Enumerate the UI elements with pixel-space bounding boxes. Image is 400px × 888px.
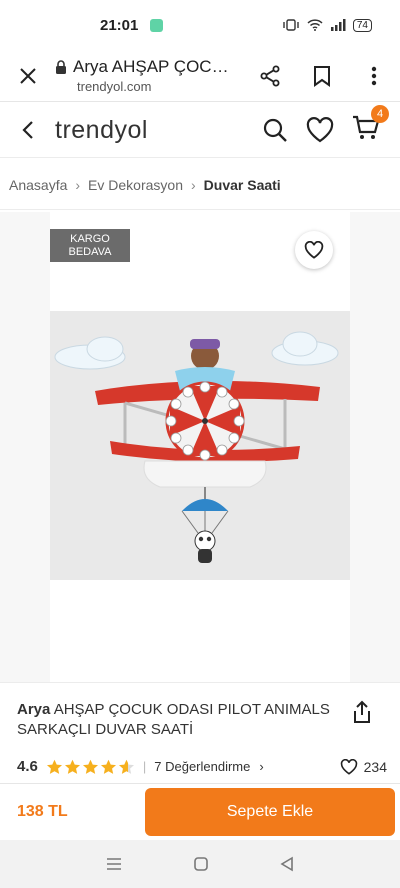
star-icon	[82, 759, 98, 774]
search-icon[interactable]	[262, 117, 288, 143]
browser-bar: Arya AHŞAP ÇOC… trendyol.com	[0, 50, 400, 102]
share-page-button[interactable]	[244, 65, 296, 87]
star-icon	[64, 759, 80, 774]
vibrate-icon	[283, 19, 299, 31]
product-title: Arya AHŞAP ÇOCUK ODASI PILOT ANIMALS SAR…	[17, 700, 337, 740]
signal-icon	[330, 19, 346, 31]
heart-icon	[340, 758, 357, 775]
product-price: 138 TL	[17, 802, 68, 820]
more-icon	[371, 66, 377, 85]
back-nav-icon[interactable]	[279, 856, 295, 872]
favorite-count-value: 234	[363, 758, 387, 775]
star-icon	[100, 759, 116, 774]
product-name: AHŞAP ÇOCUK ODASI PILOT ANIMALS SARKAÇLI…	[17, 701, 330, 738]
product-gallery[interactable]: KARGO BEDAVA	[0, 212, 400, 682]
add-favorite-button[interactable]	[295, 231, 333, 269]
rating-value: 4.6	[17, 758, 38, 775]
close-icon	[19, 67, 36, 84]
back-icon	[21, 121, 33, 139]
bottom-bar: 138 TL Sepete Ekle	[0, 783, 400, 839]
home-icon[interactable]	[193, 856, 209, 872]
rating-row: 4.6 | 7 Değerlendirme › 234	[17, 758, 387, 775]
badge-line: KARGO	[70, 233, 110, 245]
favorite-count[interactable]: 234	[340, 758, 387, 775]
breadcrumb-item-current[interactable]: Duvar Saati	[204, 177, 281, 193]
breadcrumb: Anasayfa › Ev Dekorasyon › Duvar Saati	[0, 160, 400, 210]
rating-stars	[46, 759, 135, 775]
system-nav-bar	[0, 840, 400, 888]
share-icon	[260, 65, 280, 86]
breadcrumb-item-home[interactable]: Anasayfa	[9, 177, 67, 193]
page-domain: trendyol.com	[77, 79, 152, 94]
product-brand[interactable]: Arya	[17, 701, 50, 718]
free-shipping-badge: KARGO BEDAVA	[50, 229, 130, 262]
product-image[interactable]	[50, 311, 350, 580]
star-icon	[118, 759, 134, 774]
status-time: 21:01	[100, 16, 139, 34]
divider: |	[142, 759, 147, 774]
bookmark-icon	[314, 65, 330, 87]
share-product-button[interactable]	[352, 700, 372, 729]
back-button[interactable]	[0, 120, 55, 140]
site-header: trendyol 4	[0, 103, 400, 158]
product-info: Arya AHŞAP ÇOCUK ODASI PILOT ANIMALS SAR…	[0, 682, 400, 782]
add-to-cart-button[interactable]: Sepete Ekle	[145, 787, 395, 836]
app-notification-icon	[150, 18, 164, 32]
heart-icon	[304, 241, 324, 259]
status-bar: 21:01 74	[0, 0, 400, 50]
chevron-right-icon: ›	[75, 176, 81, 193]
cart-count-badge: 4	[371, 104, 389, 123]
site-logo[interactable]: trendyol	[55, 116, 148, 145]
recent-apps-icon[interactable]	[105, 857, 123, 871]
reviews-link[interactable]: 7 Değerlendirme	[154, 759, 250, 774]
battery-indicator: 74	[352, 18, 372, 32]
wifi-icon	[307, 19, 323, 31]
star-icon	[46, 759, 62, 774]
lock-icon	[56, 60, 66, 74]
badge-line: BEDAVA	[68, 246, 112, 258]
chevron-right-icon: ›	[190, 176, 196, 193]
bookmark-button[interactable]	[296, 65, 348, 87]
close-tab-button[interactable]	[0, 67, 55, 85]
heart-icon[interactable]	[306, 117, 334, 143]
share-icon	[354, 700, 370, 723]
cart-button[interactable]: 4	[352, 104, 389, 146]
chevron-right-icon: ›	[259, 759, 264, 774]
more-options-button[interactable]	[348, 66, 400, 86]
breadcrumb-item-category[interactable]: Ev Dekorasyon	[88, 177, 183, 193]
status-icons: 74	[282, 18, 372, 32]
url-area[interactable]: Arya AHŞAP ÇOC… trendyol.com	[55, 57, 244, 94]
page-title: Arya AHŞAP ÇOC…	[73, 57, 229, 76]
